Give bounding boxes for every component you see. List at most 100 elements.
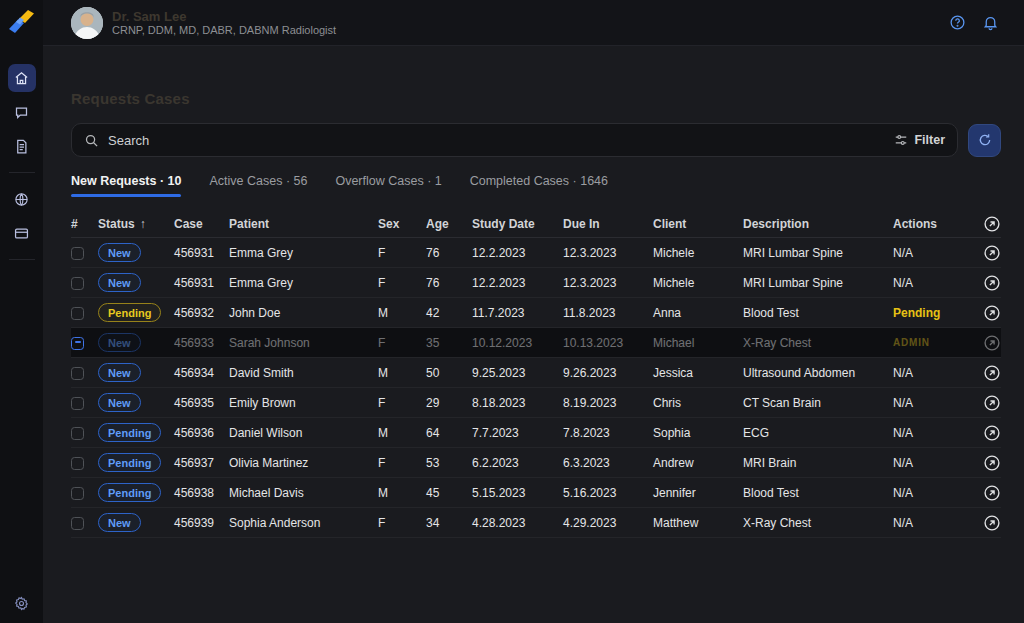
tabs: New Requests · 10 Active Cases · 56 Overfl…: [71, 174, 1001, 197]
status-badge: New: [98, 243, 141, 262]
app-root: Dr. Sam Lee CRNP, DDM, MD, DABR, DABNM R…: [0, 0, 1024, 623]
sidebar-item-network[interactable]: [8, 185, 36, 213]
row-checkbox[interactable]: [71, 367, 84, 380]
tab-overflow-cases[interactable]: Overflow Cases · 1: [335, 174, 441, 197]
column-header--[interactable]: #: [71, 217, 98, 231]
column-header-case[interactable]: Case: [174, 217, 229, 231]
row-checkbox[interactable]: [71, 277, 84, 290]
open-case-icon[interactable]: [983, 274, 1001, 292]
table-row[interactable]: Pending 456936 Daniel Wilson M 64 7.7.20…: [71, 418, 1001, 448]
description-cell: CT Scan Brain: [743, 396, 893, 410]
due-in-cell: 12.3.2023: [563, 246, 653, 260]
row-checkbox[interactable]: [71, 487, 84, 500]
column-header-due-in[interactable]: Due In: [563, 217, 653, 231]
sidebar-item-documents[interactable]: [8, 132, 36, 160]
user-credentials: CRNP, DDM, MD, DABR, DABNM Radiologist: [112, 24, 336, 37]
age-cell: 35: [426, 336, 472, 350]
row-checkbox-cell: [71, 395, 98, 409]
search-input[interactable]: [108, 133, 894, 148]
row-checkbox[interactable]: [71, 247, 84, 260]
sidebar-item-billing[interactable]: [8, 219, 36, 247]
open-case-cell: [983, 394, 1001, 412]
open-case-icon[interactable]: [983, 304, 1001, 322]
open-case-icon[interactable]: [983, 334, 1001, 352]
status-cell: New: [98, 243, 174, 262]
status-cell: New: [98, 363, 174, 382]
header-icons: [949, 14, 999, 31]
column-header-sex[interactable]: Sex: [378, 217, 426, 231]
avatar[interactable]: [71, 7, 103, 39]
table-row[interactable]: Pending 456938 Michael Davis M 45 5.15.2…: [71, 478, 1001, 508]
open-case-icon[interactable]: [983, 394, 1001, 412]
sex-cell: F: [378, 396, 426, 410]
study-date-cell: 11.7.2023: [472, 306, 563, 320]
table-row[interactable]: Pending 456932 John Doe M 42 11.7.2023 1…: [71, 298, 1001, 328]
refresh-icon: [977, 132, 993, 148]
sidebar-item-messages[interactable]: [8, 98, 36, 126]
bell-icon[interactable]: [982, 14, 999, 31]
filter-button[interactable]: Filter: [894, 133, 945, 147]
sex-cell: M: [378, 486, 426, 500]
table-row[interactable]: New 456935 Emily Brown F 29 8.18.2023 8.…: [71, 388, 1001, 418]
open-case-icon[interactable]: [983, 364, 1001, 382]
description-cell: Ultrasound Abdomen: [743, 366, 893, 380]
row-checkbox[interactable]: [71, 397, 84, 410]
open-all-icon[interactable]: [983, 215, 1001, 233]
sex-cell: F: [378, 516, 426, 530]
open-case-icon[interactable]: [983, 244, 1001, 262]
sex-cell: F: [378, 336, 426, 350]
table-row[interactable]: New 456934 David Smith M 50 9.25.2023 9.…: [71, 358, 1001, 388]
column-header-open: [983, 215, 1001, 233]
sex-cell: F: [378, 246, 426, 260]
table-row[interactable]: New 456931 Emma Grey F 76 12.2.2023 12.3…: [71, 268, 1001, 298]
home-icon: [14, 71, 29, 86]
row-checkbox[interactable]: [71, 517, 84, 530]
client-cell: Andrew: [653, 456, 743, 470]
description-cell: MRI Lumbar Spine: [743, 246, 893, 260]
open-case-cell: [983, 484, 1001, 502]
open-case-icon[interactable]: [983, 484, 1001, 502]
column-header-actions[interactable]: Actions: [893, 217, 983, 231]
sex-cell: F: [378, 276, 426, 290]
client-cell: Chris: [653, 396, 743, 410]
row-checkbox[interactable]: [71, 337, 84, 350]
column-header-study-date[interactable]: Study Date: [472, 217, 563, 231]
column-header-patient[interactable]: Patient: [229, 217, 378, 231]
user-name: Dr. Sam Lee: [112, 9, 336, 24]
row-checkbox[interactable]: [71, 307, 84, 320]
patient-cell: Daniel Wilson: [229, 426, 378, 440]
tab-completed-cases[interactable]: Completed Cases · 1646: [470, 174, 608, 197]
action-cell: N/A: [893, 456, 983, 470]
due-in-cell: 5.16.2023: [563, 486, 653, 500]
study-date-cell: 5.15.2023: [472, 486, 563, 500]
tab-new-requests[interactable]: New Requests · 10: [71, 174, 181, 197]
open-case-icon[interactable]: [983, 424, 1001, 442]
study-date-cell: 6.2.2023: [472, 456, 563, 470]
due-in-cell: 10.13.2023: [563, 336, 653, 350]
age-cell: 29: [426, 396, 472, 410]
row-checkbox[interactable]: [71, 457, 84, 470]
row-checkbox[interactable]: [71, 427, 84, 440]
age-cell: 42: [426, 306, 472, 320]
column-header-age[interactable]: Age: [426, 217, 472, 231]
table-row[interactable]: Pending 456937 Olivia Martinez F 53 6.2.…: [71, 448, 1001, 478]
table-row[interactable]: New 456933 Sarah Johnson F 35 10.12.2023…: [71, 328, 1001, 358]
open-case-icon[interactable]: [983, 514, 1001, 532]
help-icon[interactable]: [949, 14, 966, 31]
refresh-button[interactable]: [968, 124, 1001, 157]
table-header-row: #Status↑CasePatientSexAgeStudy DateDue I…: [71, 210, 1001, 238]
sidebar-divider: [9, 172, 35, 173]
row-checkbox-cell: [71, 425, 98, 439]
table-row[interactable]: New 456939 Sophia Anderson F 34 4.28.202…: [71, 508, 1001, 538]
age-cell: 76: [426, 276, 472, 290]
tab-active-cases[interactable]: Active Cases · 56: [209, 174, 307, 197]
status-cell: Pending: [98, 303, 174, 322]
sidebar-item-home[interactable]: [8, 64, 36, 92]
column-header-description[interactable]: Description: [743, 217, 893, 231]
open-case-icon[interactable]: [983, 454, 1001, 472]
table-row[interactable]: New 456931 Emma Grey F 76 12.2.2023 12.3…: [71, 238, 1001, 268]
client-cell: Michele: [653, 276, 743, 290]
column-header-status[interactable]: Status↑: [98, 217, 174, 231]
settings-button[interactable]: [0, 596, 43, 611]
column-header-client[interactable]: Client: [653, 217, 743, 231]
